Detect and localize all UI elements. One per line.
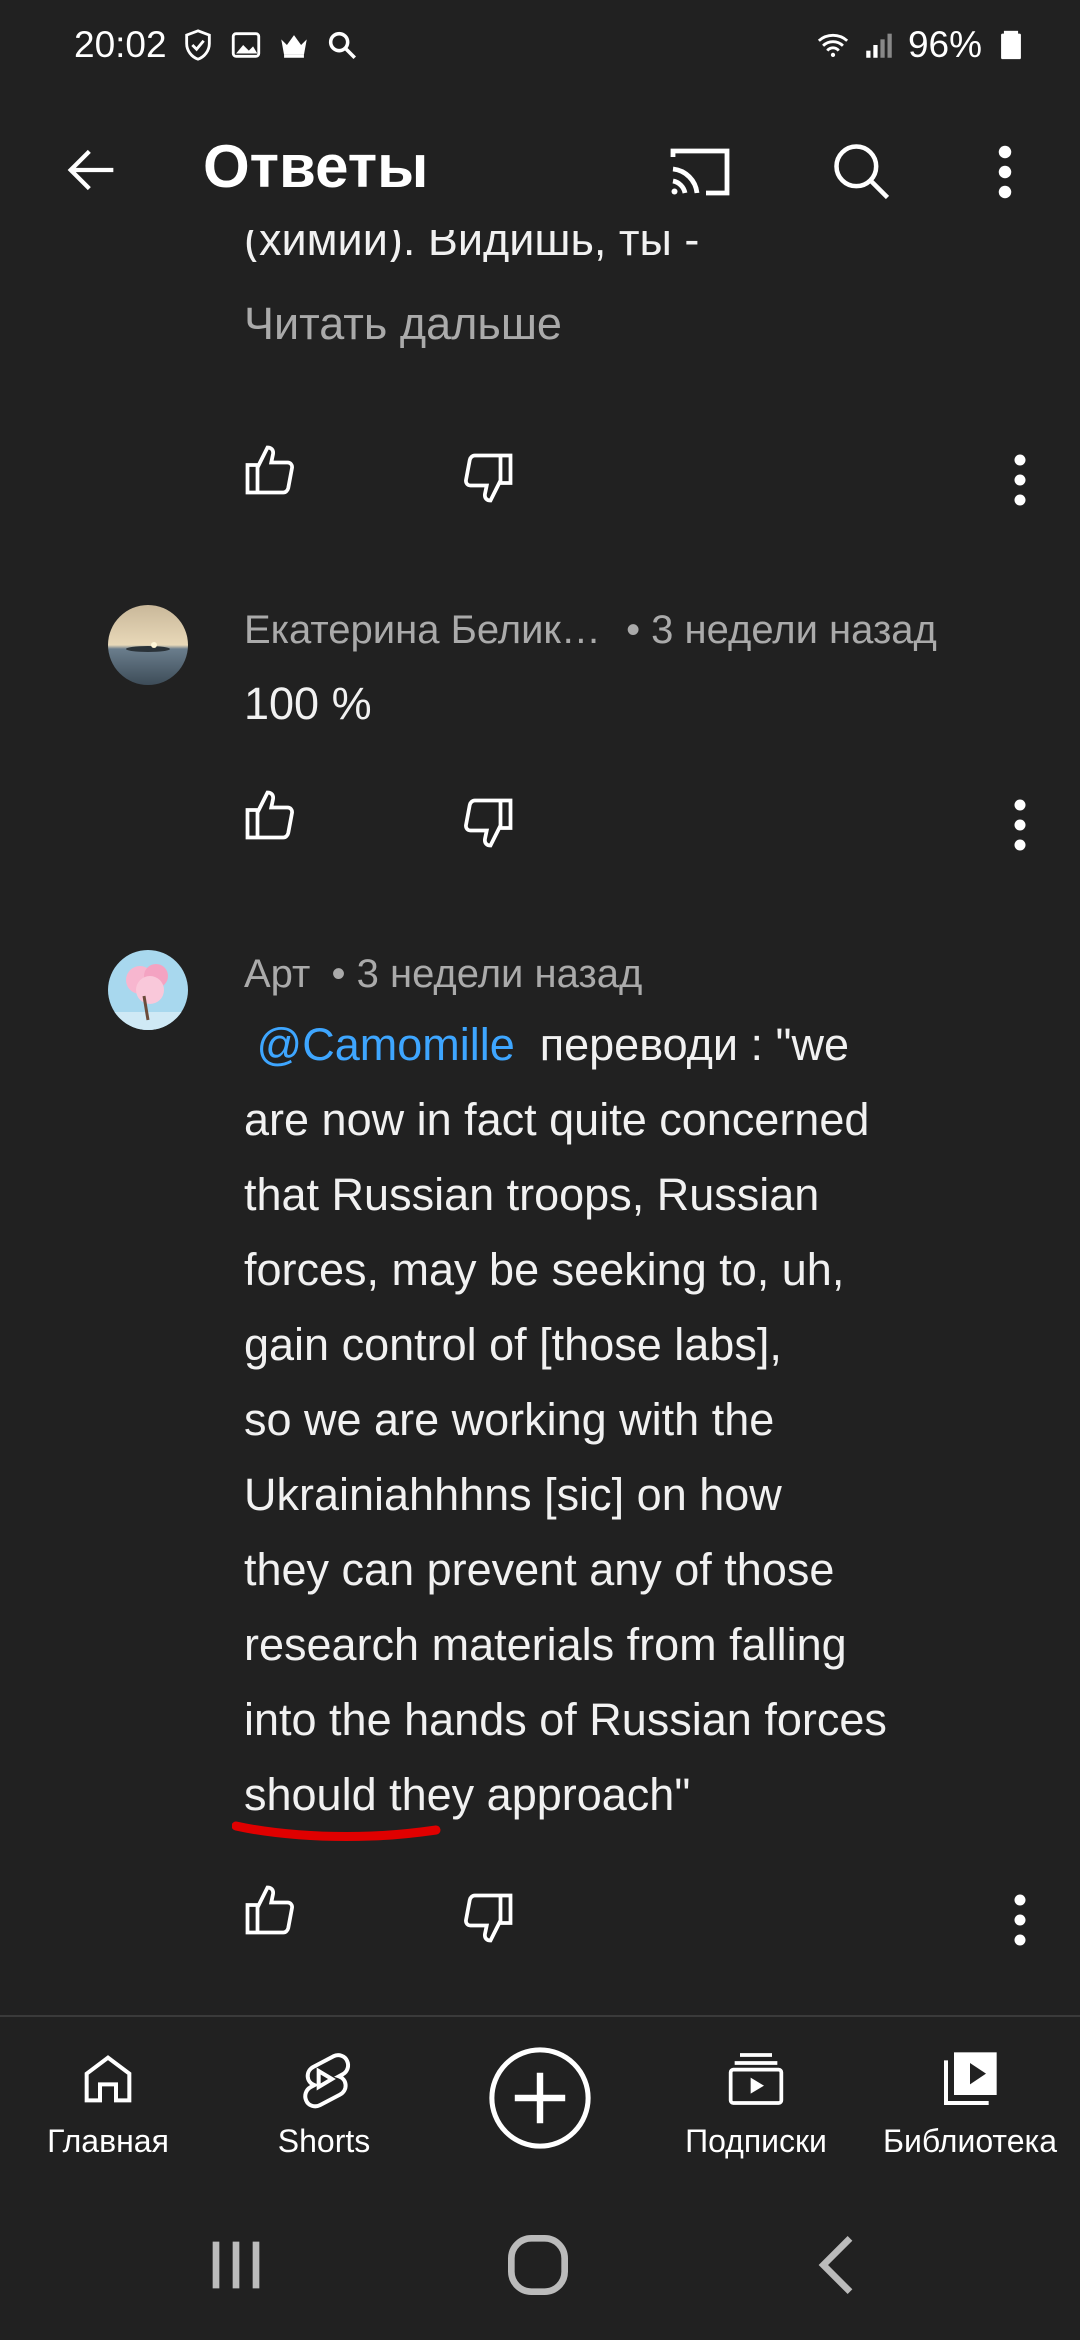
dislike-icon[interactable] <box>458 793 518 853</box>
search-button[interactable] <box>822 132 902 212</box>
comment-author[interactable]: Арт <box>244 952 310 996</box>
comment-line: gain control of [those labs], <box>244 1319 782 1370</box>
nav-label: Библиотека <box>883 2123 1057 2159</box>
comment-more-icon[interactable] <box>1000 1890 1040 1950</box>
avatar[interactable] <box>108 605 188 685</box>
nav-subscriptions[interactable]: Подписки <box>676 2017 836 2177</box>
comment-time: • 3 недели назад <box>626 608 937 652</box>
replies-list[interactable]: (химии). Видишь, ты - Читать дальше Екат… <box>0 230 1080 2015</box>
comment-more-icon[interactable] <box>1000 450 1040 510</box>
crown-icon <box>280 35 307 58</box>
comment-actions <box>0 1880 1080 1960</box>
status-bar: 20:02 96% <box>0 0 1080 90</box>
comment-author[interactable]: Екатерина Белик… <box>244 608 601 652</box>
more-options-button[interactable] <box>980 132 1030 212</box>
more-vert-icon <box>998 145 1012 199</box>
status-right: 96% <box>816 24 1028 66</box>
search-icon <box>328 31 356 60</box>
status-left: 20:02 <box>74 24 359 66</box>
nav-label: Главная <box>47 2123 169 2159</box>
home-circle-icon[interactable] <box>498 2225 578 2305</box>
avatar-blossom-image <box>108 950 188 1030</box>
library-icon <box>944 2052 997 2105</box>
comment-line: that Russian troops, Russian <box>244 1169 820 1220</box>
shorts-icon <box>303 2053 351 2109</box>
nav-home[interactable]: Главная <box>28 2017 188 2177</box>
nav-label: Подписки <box>685 2123 827 2159</box>
battery-percent: 96% <box>907 24 982 65</box>
comment-line: into the hands of Russian forces <box>244 1694 887 1745</box>
comment-line: Ukrainiahhhns [sic] on how <box>244 1469 782 1520</box>
recents-icon[interactable] <box>196 2225 276 2305</box>
comment-line: are now in fact quite concerned <box>244 1094 870 1145</box>
battery-icon <box>1001 30 1021 60</box>
mention-link[interactable]: @Camomille <box>257 1019 515 1070</box>
avatar-sunset-image <box>108 605 188 685</box>
comment-line-text: переводи : "we <box>539 1019 850 1070</box>
back-arrow-icon <box>67 149 114 191</box>
app-bar: Ответы <box>0 110 1080 230</box>
like-icon[interactable] <box>240 785 300 845</box>
create-plus-icon <box>489 2047 591 2149</box>
nav-shorts[interactable]: Shorts <box>244 2017 404 2177</box>
comment-meta: Екатерина Белик… • 3 недели назад <box>244 608 937 653</box>
signal-icon <box>866 33 892 58</box>
comment-text: @Camomille переводи : "we are now in fac… <box>244 1007 1044 1832</box>
comment-more-icon[interactable] <box>1000 795 1040 855</box>
comment-time: • 3 недели назад <box>331 952 643 996</box>
red-underline-annotation <box>232 1821 441 1842</box>
search-icon <box>834 144 890 200</box>
system-navigation <box>0 2175 1080 2340</box>
home-icon <box>84 2055 132 2103</box>
nav-create[interactable] <box>460 2017 620 2177</box>
back-button[interactable] <box>52 130 132 210</box>
comment-line: they can prevent any of those <box>244 1544 835 1595</box>
comment-line: forces, may be seeking to, uh, <box>244 1244 845 1295</box>
dislike-icon[interactable] <box>458 448 518 508</box>
read-more-link[interactable]: Читать дальше <box>244 298 562 350</box>
avatar[interactable] <box>108 950 188 1030</box>
comment-meta: Арт • 3 недели назад <box>244 952 642 997</box>
comment-line: @Camomille переводи : "we <box>244 1007 1044 1082</box>
nav-library[interactable]: Библиотека <box>880 2017 1060 2177</box>
bottom-navigation: Главная Shorts Подписки Библиотека <box>0 2015 1080 2175</box>
cast-icon <box>670 148 730 196</box>
wifi-icon <box>817 33 849 58</box>
cast-button[interactable] <box>660 132 740 212</box>
shield-icon <box>184 29 211 61</box>
like-icon[interactable] <box>240 1880 300 1940</box>
comment-line: so we are working with the <box>244 1394 775 1445</box>
comment-text: 100 % <box>244 678 372 729</box>
comment-actions <box>0 785 1080 865</box>
page-title: Ответы <box>203 133 429 200</box>
like-icon[interactable] <box>240 440 300 500</box>
nav-label: Shorts <box>277 2123 371 2159</box>
dislike-icon[interactable] <box>458 1888 518 1948</box>
subscriptions-icon <box>728 2053 784 2105</box>
image-icon <box>231 32 260 58</box>
comment-actions <box>0 440 1080 520</box>
comment-line: research materials from falling <box>244 1619 847 1670</box>
status-time: 20:02 <box>74 24 167 65</box>
back-chevron-icon[interactable] <box>800 2225 880 2305</box>
comment-text: (химии). Видишь, ты - <box>244 230 700 262</box>
